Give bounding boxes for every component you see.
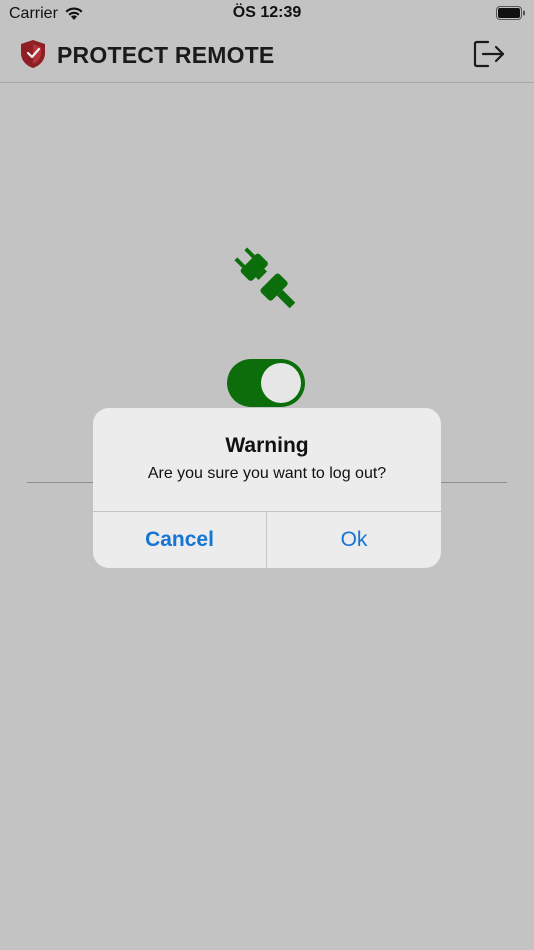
battery-icon <box>496 6 525 20</box>
plug-connected-icon <box>234 247 296 309</box>
shield-check-icon <box>21 40 45 68</box>
logout-icon <box>473 40 505 68</box>
status-time: ÖS 12:39 <box>232 4 302 21</box>
nav-bar: PROTECT REMOTE <box>0 30 534 83</box>
cancel-button[interactable]: Cancel <box>93 512 266 568</box>
status-bar: Carrier ÖS 12:39 <box>0 0 534 30</box>
app-title: PROTECT REMOTE <box>57 42 275 68</box>
toggle-knob <box>261 363 301 403</box>
ok-button[interactable]: Ok <box>267 512 441 568</box>
connection-toggle[interactable] <box>227 359 305 407</box>
alert-message: Are you sure you want to log out? <box>147 465 387 482</box>
logout-button[interactable] <box>472 39 508 73</box>
alert-title: Warning <box>225 434 309 457</box>
logout-alert-dialog: Warning Are you sure you want to log out… <box>93 408 441 568</box>
